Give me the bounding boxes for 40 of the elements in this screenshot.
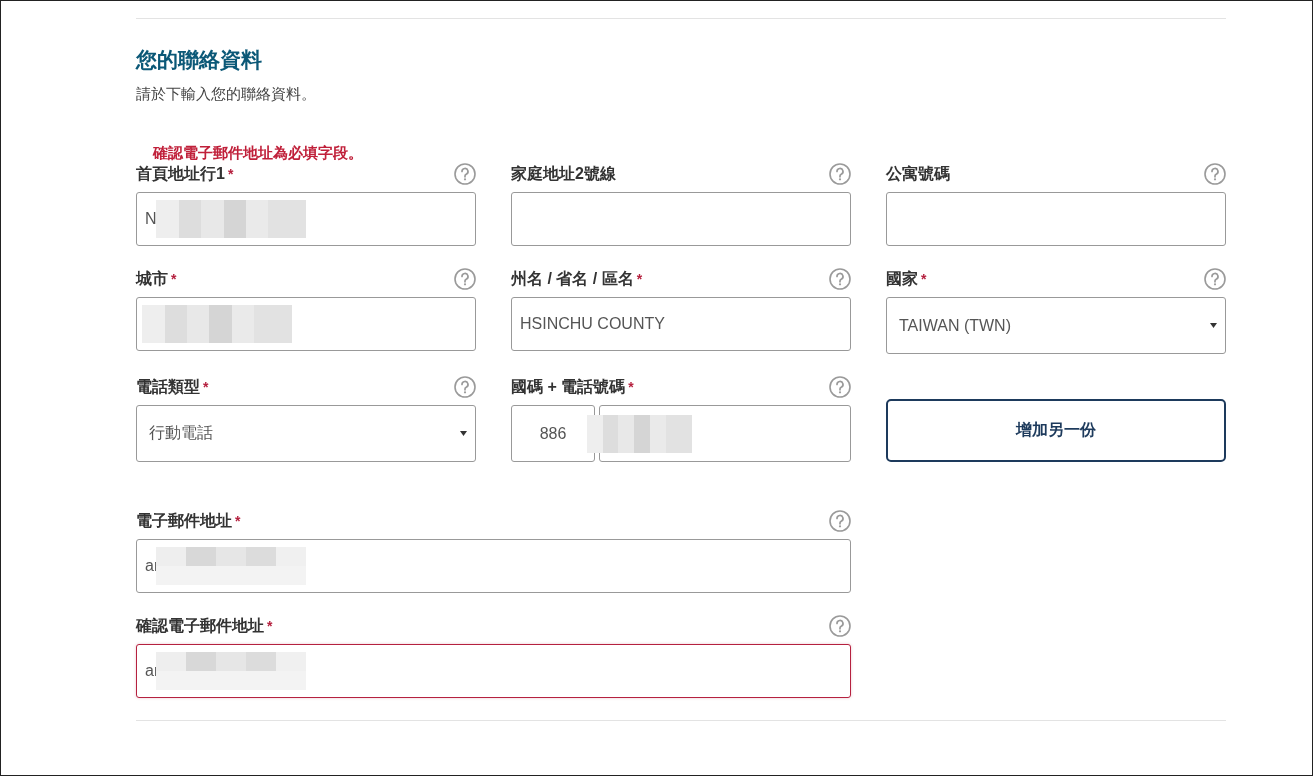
required-mark: * <box>636 271 643 287</box>
error-message: 確認電子郵件地址為必填字段。 <box>153 144 364 162</box>
help-icon[interactable] <box>829 163 851 185</box>
section-description: 請於下輸入您的聯絡資料。 <box>136 85 317 104</box>
section-heading: 您的聯絡資料 <box>136 47 263 73</box>
field-label: 首頁地址行1 <box>136 163 225 184</box>
field-label: 國家 <box>886 268 918 289</box>
field-label: 州名 / 省名 / 區名 <box>511 268 634 289</box>
caret-icon <box>1210 323 1217 328</box>
field-label: 家庭地址2號線 <box>511 163 616 184</box>
required-mark: * <box>921 271 927 287</box>
help-icon[interactable] <box>454 163 476 185</box>
field-label: 國碼 + 電話號碼 <box>511 376 626 397</box>
help-icon[interactable] <box>454 376 476 398</box>
required-mark: * <box>235 513 241 529</box>
required-mark: * <box>203 379 209 395</box>
help-icon[interactable] <box>829 615 851 637</box>
required-mark: * <box>267 618 273 634</box>
add-another-button[interactable]: 增加另一份 <box>886 399 1226 462</box>
country-code-field[interactable]: 886 <box>511 405 595 462</box>
required-mark: * <box>227 166 234 182</box>
field-label: 電子郵件地址 <box>136 510 232 531</box>
caret-icon <box>460 431 467 436</box>
help-icon[interactable] <box>829 376 851 398</box>
help-icon[interactable] <box>829 510 851 532</box>
text-field[interactable] <box>511 192 851 246</box>
text-field[interactable]: HSINCHU COUNTY <box>511 297 851 351</box>
field-label: 公寓號碼 <box>886 163 950 184</box>
field-label: 確認電子郵件地址 <box>136 615 264 636</box>
required-mark: * <box>171 271 177 287</box>
dropdown[interactable]: TAIWAN (TWN) <box>886 297 1226 354</box>
help-icon[interactable] <box>829 268 851 290</box>
field-label: 電話類型 <box>136 376 200 397</box>
dropdown[interactable]: 行動電話 <box>136 405 476 462</box>
required-mark: * <box>628 379 634 395</box>
help-icon[interactable] <box>1204 163 1226 185</box>
text-field[interactable] <box>886 192 1226 246</box>
help-icon[interactable] <box>1204 268 1226 290</box>
field-label: 城市 <box>136 268 168 289</box>
help-icon[interactable] <box>454 268 476 290</box>
